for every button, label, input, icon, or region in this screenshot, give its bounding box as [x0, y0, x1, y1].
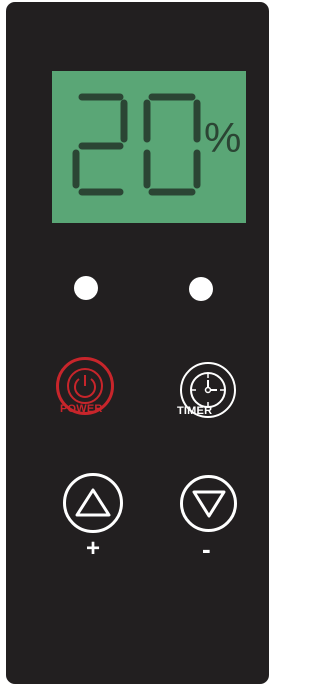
indicator-right-led [189, 277, 213, 301]
decrease-button[interactable] [180, 475, 237, 532]
clock-icon [190, 372, 226, 408]
triangle-up-icon [75, 488, 111, 517]
triangle-down-icon [192, 490, 225, 517]
power-icon [67, 368, 103, 404]
unit-percent: % [204, 114, 242, 161]
digit-two [72, 93, 128, 196]
power-label: POWER [60, 403, 103, 415]
digit-zero [143, 93, 201, 196]
decrease-symbol: - [202, 534, 211, 564]
increase-symbol: + [86, 535, 101, 562]
increase-button[interactable] [63, 473, 123, 533]
indicator-left-led [74, 276, 98, 300]
timer-label: TIMER [177, 405, 213, 417]
